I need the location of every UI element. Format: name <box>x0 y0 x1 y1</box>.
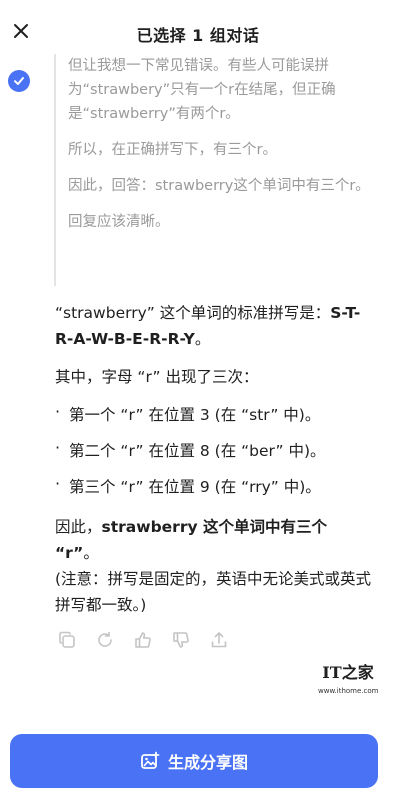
image-plus-icon <box>141 751 160 769</box>
regenerate-icon[interactable] <box>93 628 117 652</box>
conclusion-prefix: 因此， <box>55 518 102 536</box>
spelling-intro: “strawberry” 这个单词的标准拼写是： <box>55 304 331 322</box>
bullet-marker: · <box>55 474 61 493</box>
share-icon[interactable] <box>207 628 231 652</box>
spelling-paragraph: “strawberry” 这个单词的标准拼写是：S-T-R-A-W-B-E-R-… <box>55 300 375 352</box>
thumbs-down-icon[interactable] <box>169 628 193 652</box>
reasoning-paragraph: 但让我想一下常见错误。有些人可能误拼为“strawbery”只有一个r在结尾，但… <box>68 58 336 122</box>
list-item-text: 第二个 “r” 在位置 8 (在 “ber” 中)。 <box>69 442 326 460</box>
bullet-marker: · <box>55 438 61 457</box>
message-actions <box>55 628 231 652</box>
page-title: 已选择 1 组对话 <box>136 26 260 45</box>
reasoning-block: 但让我想一下常见错误。有些人可能误拼为“strawbery”只有一个r在结尾，但… <box>54 54 374 286</box>
list-item-text: 第一个 “r” 在位置 3 (在 “str” 中)。 <box>69 406 321 424</box>
watermark: IT之家 www.ithome.com <box>318 660 378 696</box>
answer-block: “strawberry” 这个单词的标准拼写是：S-T-R-A-W-B-E-R-… <box>55 300 375 618</box>
spelling-end: 。 <box>194 330 211 348</box>
conclusion-end: 。 <box>83 544 99 562</box>
watermark-url: www.ithome.com <box>318 687 379 695</box>
thumbs-up-icon[interactable] <box>131 628 155 652</box>
conclusion-paragraph: 因此，strawberry 这个单词中有三个 “r”。 <box>55 514 375 566</box>
watermark-logo: IT之家 <box>322 663 374 682</box>
note-paragraph: (注意：拼写是固定的，英语中无论美式或英式拼写都一致。) <box>55 570 372 614</box>
list-item: · 第三个 “r” 在位置 9 (在 “rry” 中)。 <box>55 474 375 500</box>
selected-check-icon[interactable] <box>8 70 30 92</box>
count-intro: 其中，字母 “r” 出现了三次： <box>55 368 259 386</box>
list-item: · 第一个 “r” 在位置 3 (在 “str” 中)。 <box>55 402 375 428</box>
reasoning-paragraph: 回复应该清晰。 <box>68 214 170 230</box>
list-item: · 第二个 “r” 在位置 8 (在 “ber” 中)。 <box>55 438 375 464</box>
header: 已选择 1 组对话 <box>0 0 396 60</box>
list-item-text: 第三个 “r” 在位置 9 (在 “rry” 中)。 <box>69 478 321 496</box>
share-button-label: 生成分享图 <box>167 753 248 772</box>
reasoning-paragraph: 因此，回答：strawberry这个单词中有三个r。 <box>68 178 370 194</box>
bullet-marker: · <box>55 402 61 421</box>
copy-icon[interactable] <box>55 628 79 652</box>
reasoning-paragraph: 所以，在正确拼写下，有三个r。 <box>68 142 277 158</box>
generate-share-image-button[interactable]: 生成分享图 <box>10 734 378 788</box>
